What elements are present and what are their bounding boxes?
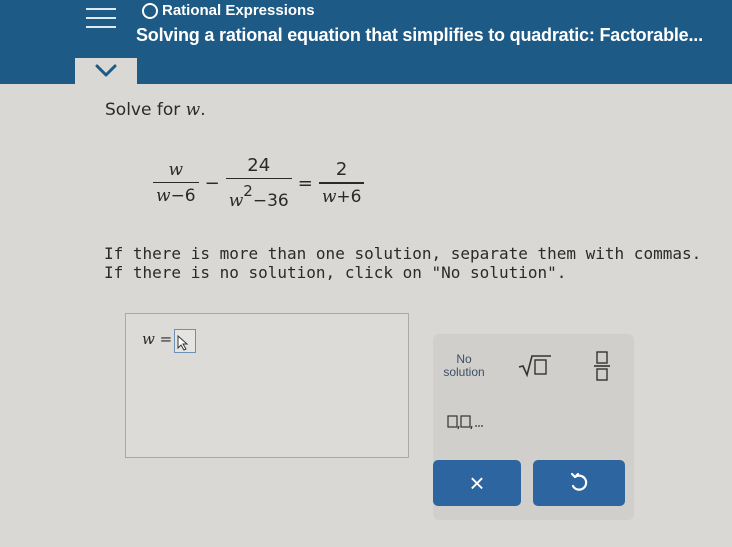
instruction-line-1: If there is more than one solution, sepa… xyxy=(104,244,702,263)
prompt-text: Solve for xyxy=(105,100,186,120)
answer-area[interactable]: w = xyxy=(125,313,409,458)
square-root-icon xyxy=(518,355,551,378)
fraction-3-numerator: 2 xyxy=(335,159,348,181)
topic-title: Rational Expressions xyxy=(162,2,315,19)
fraction-3: 2 w+6 xyxy=(318,159,365,207)
fraction-1-denominator: w−6 xyxy=(156,186,196,207)
fraction-2-denominator: w2−36 xyxy=(228,182,289,212)
instruction-line-2: If there is no solution, click on "No so… xyxy=(104,263,567,282)
fraction-1-numerator: w xyxy=(168,159,184,180)
fraction-icon xyxy=(594,351,610,381)
fraction-2-numerator: 24 xyxy=(247,154,271,176)
fraction-2: 24 w2−36 xyxy=(225,154,292,212)
answer-label: w = xyxy=(142,330,173,348)
equals-sign: = xyxy=(297,172,313,194)
comma-list-icon xyxy=(447,415,483,430)
fraction-button[interactable] xyxy=(573,342,631,390)
mouse-cursor-icon xyxy=(177,335,189,351)
problem-prompt: Solve for w. xyxy=(105,100,206,120)
equation: w w−6 − 24 w2−36 = 2 w+6 xyxy=(150,148,367,218)
undo-button[interactable] xyxy=(533,460,625,506)
undo-icon xyxy=(570,472,588,491)
minus-sign: − xyxy=(204,172,220,194)
square-root-button[interactable] xyxy=(505,342,565,390)
topic-progress-icon xyxy=(142,3,158,19)
collapse-toggle[interactable] xyxy=(75,58,137,86)
math-palette: No solution × xyxy=(433,334,634,520)
chevron-down-icon xyxy=(95,64,117,77)
fraction-1: w w−6 xyxy=(153,159,199,207)
fraction-3-denominator: w+6 xyxy=(321,186,362,207)
prompt-variable: w xyxy=(185,100,201,120)
instructions: If there is more than one solution, sepa… xyxy=(104,244,701,282)
lesson-title: Solving a rational equation that simplif… xyxy=(136,25,703,45)
list-separator-button[interactable] xyxy=(433,398,503,446)
no-solution-button[interactable]: No solution xyxy=(433,342,495,390)
clear-button[interactable]: × xyxy=(433,460,521,506)
menu-icon[interactable] xyxy=(86,8,116,34)
